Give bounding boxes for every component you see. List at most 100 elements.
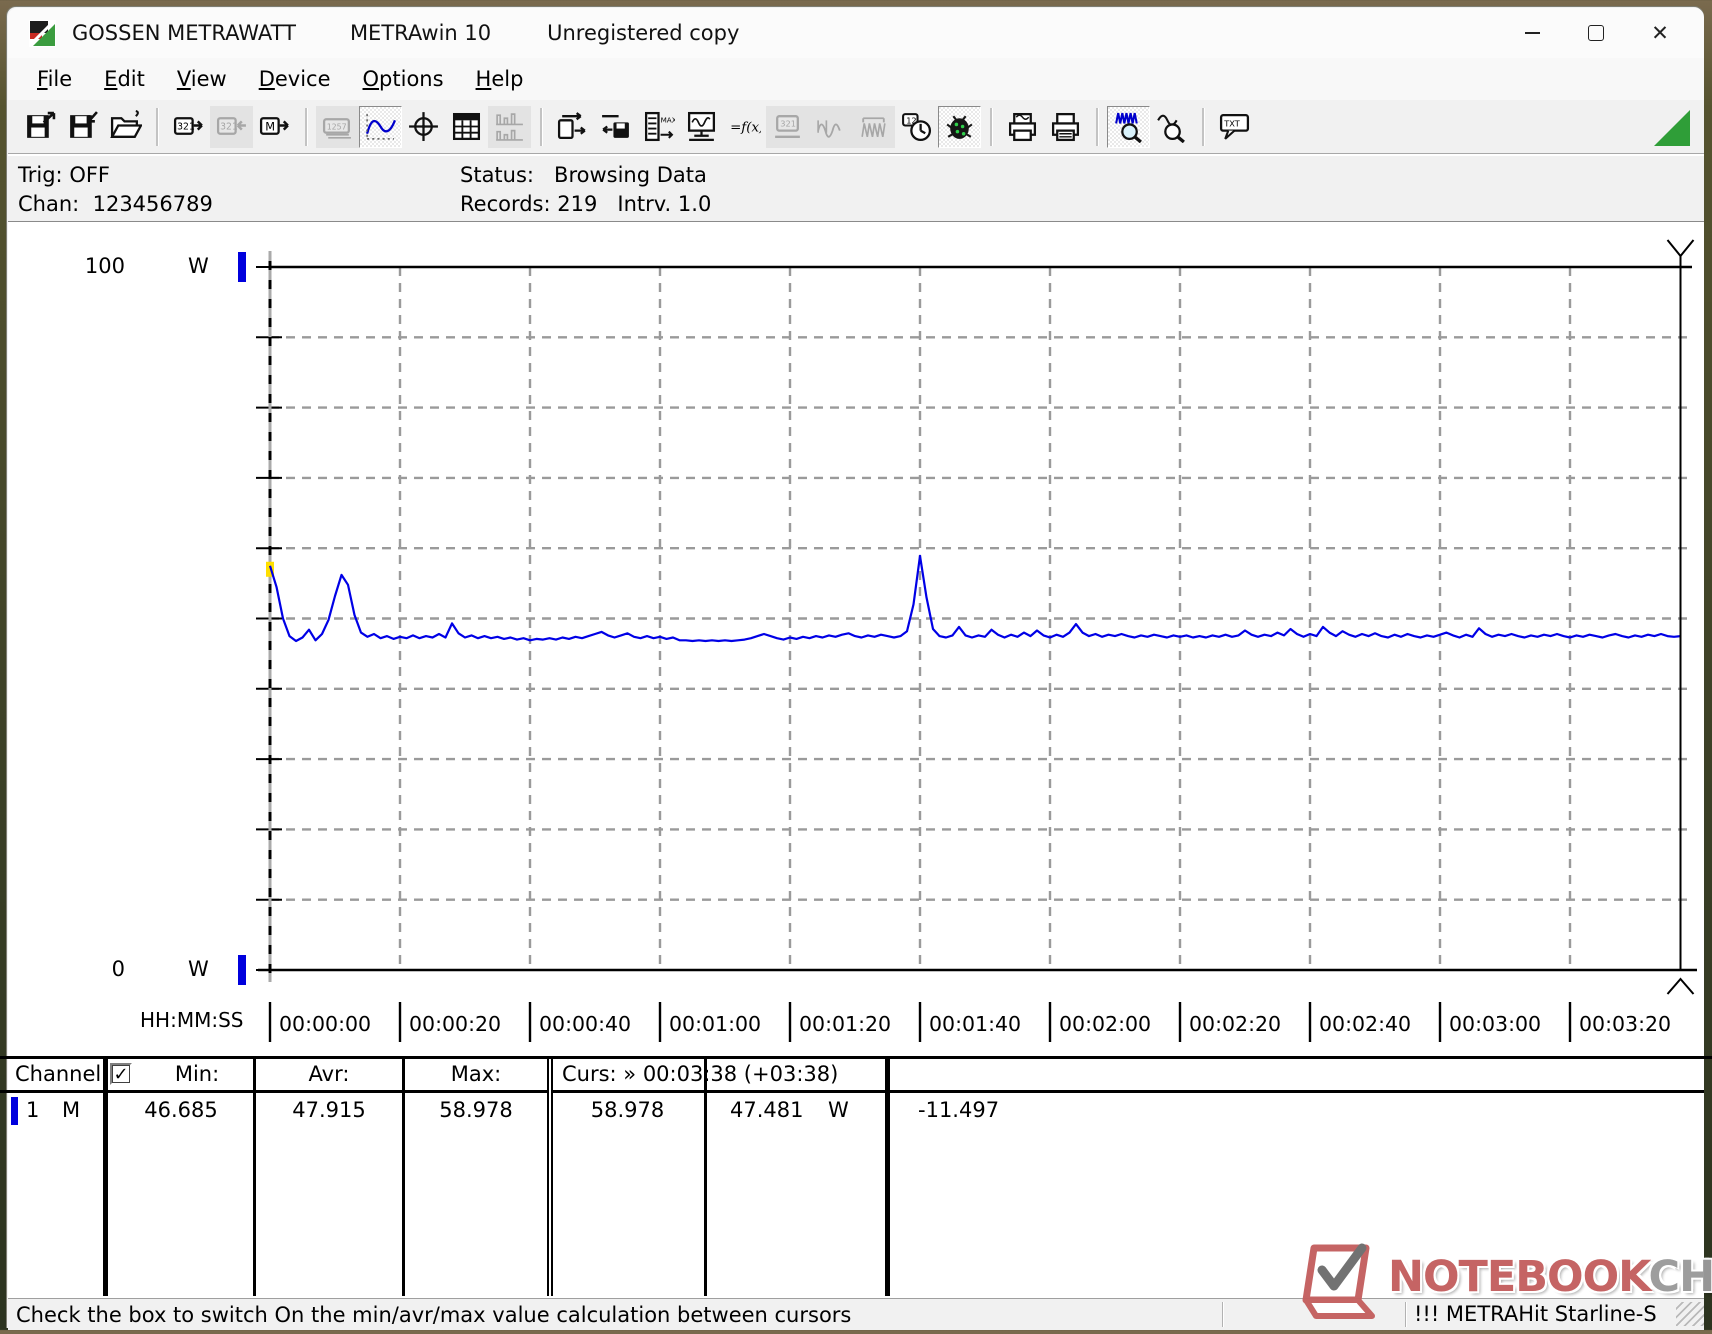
- close-icon: ✕: [1651, 20, 1669, 45]
- toolbar-wave-pair-button: [809, 105, 852, 148]
- device-read-icon: 321: [173, 117, 203, 135]
- memory-read-icon: M: [259, 117, 289, 135]
- min-header: Min:: [174, 1062, 220, 1086]
- svg-text:321: 321: [177, 122, 195, 133]
- menu-help[interactable]: Help: [473, 65, 527, 93]
- svg-text:321: 321: [780, 119, 796, 129]
- table-divider: [402, 1059, 405, 1296]
- toolbar-separator: [1096, 107, 1098, 146]
- zoom-in-icon: [1115, 112, 1142, 143]
- menu-options[interactable]: Options: [360, 65, 447, 93]
- channel-list-icon: MAX: [644, 111, 675, 142]
- print-preview-icon: [1008, 112, 1037, 142]
- wave-pair-icon: [817, 120, 841, 138]
- toolbar-channel-list-button[interactable]: MAX: [637, 105, 680, 148]
- y-axis-unit-top: W: [188, 254, 209, 278]
- toolbar-import-device-button[interactable]: [594, 105, 637, 148]
- channel-mode: M: [62, 1098, 81, 1122]
- toolbar-memory-read-button[interactable]: M: [253, 105, 296, 148]
- close-button[interactable]: ✕: [1628, 8, 1692, 58]
- toolbar-cursor-crosshair-button[interactable]: [402, 105, 445, 148]
- meter-display-icon: 1257: [322, 118, 351, 139]
- toolbar-timer-clock-button[interactable]: 12: [895, 105, 938, 148]
- statusbar-divider: [1222, 1302, 1223, 1327]
- title-brand: GOSSEN METRAWATT: [72, 21, 296, 45]
- device-config-icon: 321: [775, 115, 800, 138]
- toolbar-export-device-button[interactable]: [551, 105, 594, 148]
- svg-text:321: 321: [220, 122, 238, 133]
- toolbar-device-config-button: 321: [766, 105, 809, 148]
- toolbar-debug-bug-button[interactable]: [938, 105, 981, 148]
- minmax-checkbox[interactable]: ✓: [110, 1063, 132, 1085]
- svg-text:MAX: MAX: [661, 115, 675, 124]
- current-value: 47.481: [730, 1098, 804, 1122]
- trigger-status: Trig: OFF: [18, 163, 110, 187]
- chart-plot-area[interactable]: [270, 267, 1680, 970]
- toolbar-pc-monitor-button[interactable]: [680, 105, 723, 148]
- cursor-crosshair-icon: [409, 112, 438, 141]
- export-device-icon: [557, 112, 586, 139]
- save-file-icon: [70, 111, 98, 138]
- menu-edit[interactable]: Edit: [101, 65, 148, 93]
- toolbar-separator: [156, 107, 158, 146]
- app-logo-icon: [29, 19, 56, 47]
- toolbar-open-file-button[interactable]: [104, 105, 147, 148]
- toolbar-save-file-button[interactable]: [61, 105, 104, 148]
- title-bar: GOSSEN METRAWATT METRAwin 10 Unregistere…: [8, 8, 1704, 58]
- toolbar-separator: [1202, 107, 1204, 146]
- svg-text:1257: 1257: [327, 122, 347, 132]
- toolbar-histogram-button: [488, 105, 531, 148]
- minimize-button[interactable]: [1500, 8, 1564, 58]
- toolbar-device-read-button[interactable]: 321: [167, 105, 210, 148]
- toolbar-trend-graph-button[interactable]: [359, 105, 402, 148]
- notebookcheck-watermark: NOTEBOOKCHECK: [1296, 1240, 1712, 1328]
- y-axis-unit-bottom: W: [188, 957, 209, 981]
- channel-number: 1: [26, 1098, 40, 1122]
- table-divider: [253, 1059, 256, 1296]
- channel-status: Chan: 123456789: [18, 192, 213, 216]
- menu-view[interactable]: View: [174, 65, 230, 93]
- maximize-button[interactable]: [1564, 8, 1628, 58]
- open-file-icon: [110, 110, 142, 138]
- print-icon: [1051, 112, 1080, 142]
- notebookcheck-laptop-icon: [1302, 1243, 1375, 1319]
- current-unit: W: [828, 1098, 849, 1122]
- toolbar-annotation-button[interactable]: TXT: [1213, 105, 1256, 148]
- channel-row-color-marker: [11, 1097, 18, 1125]
- channel-color-marker-bottom: [238, 955, 246, 985]
- wave-filter-icon: [861, 117, 886, 137]
- table-top-border: [0, 1056, 1712, 1059]
- y-axis-max-label: 100: [84, 254, 125, 278]
- status-message: Check the box to switch On the min/avr/m…: [16, 1302, 852, 1327]
- toolbar-export-file-button[interactable]: [18, 105, 61, 148]
- toolbar-print-preview-button[interactable]: [1001, 105, 1044, 148]
- minimize-icon: [1524, 32, 1540, 34]
- pc-monitor-icon: [687, 111, 716, 142]
- toolbar-wave-filter-button: [852, 105, 895, 148]
- toolbar-zoom-out-button[interactable]: [1150, 105, 1193, 148]
- trend-graph-icon: [365, 114, 396, 140]
- title-license: Unregistered copy: [547, 21, 740, 45]
- maximize-icon: [1588, 25, 1604, 41]
- channel-header: Channel:: [15, 1062, 109, 1086]
- menu-file[interactable]: File: [34, 65, 75, 93]
- title-app-name: METRAwin 10: [349, 21, 492, 45]
- channel-color-marker-top: [238, 252, 246, 282]
- cursor-value: 58.978: [590, 1098, 665, 1122]
- max-header: Max:: [450, 1062, 502, 1086]
- toolbar-zoom-in-button[interactable]: [1107, 105, 1150, 148]
- toolbar-device-write-button: 321: [210, 105, 253, 148]
- resize-corner-icon[interactable]: [1654, 110, 1690, 146]
- timer-clock-icon: 12: [902, 113, 932, 142]
- toolbar-separator: [305, 107, 307, 146]
- toolbar-print-button[interactable]: [1044, 105, 1087, 148]
- menu-device[interactable]: Device: [256, 65, 334, 93]
- toolbar-value-table-button[interactable]: [445, 105, 488, 148]
- toolbar-separator: [540, 107, 542, 146]
- histogram-icon: [496, 113, 523, 141]
- export-file-icon: [27, 111, 56, 138]
- cursor-header: Curs: » 00:03:38 (+03:38): [562, 1062, 839, 1086]
- records-status: Records: 219 Intrv. 1.0: [460, 192, 712, 216]
- toolbar-formula-button[interactable]: =f(x): [723, 105, 766, 148]
- max-value: 58.978: [439, 1098, 513, 1122]
